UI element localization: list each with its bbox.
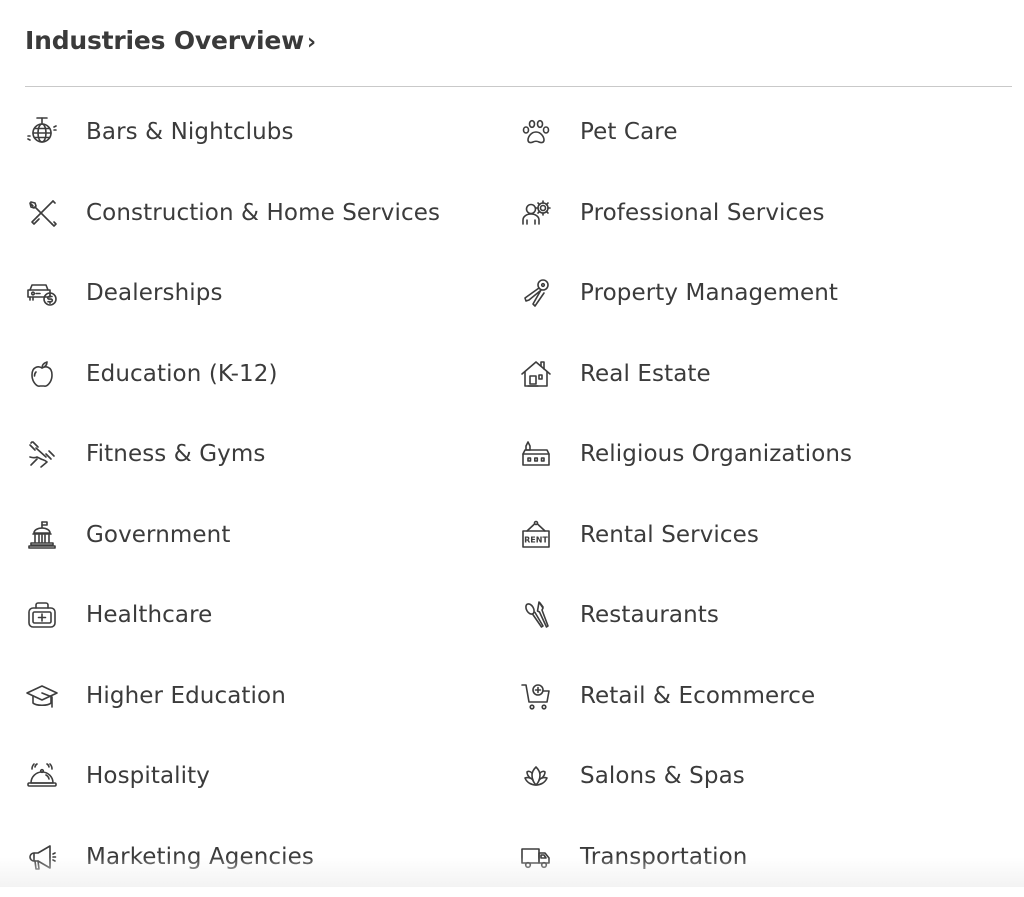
svg-text:RENT: RENT — [524, 535, 548, 544]
industry-item-rental-services[interactable]: RENT Rental Services — [519, 495, 1015, 576]
industry-item-education-k12[interactable]: Education (K-12) — [25, 334, 519, 415]
car-dollar-icon — [25, 276, 59, 310]
lotus-icon — [519, 759, 553, 793]
industry-label: Professional Services — [580, 200, 825, 226]
industry-label: Religious Organizations — [580, 441, 852, 467]
page-title: Industries Overview — [25, 26, 304, 55]
capitol-building-icon — [25, 518, 59, 552]
industry-label: Bars & Nightclubs — [86, 119, 294, 145]
industry-item-restaurants[interactable]: Restaurants — [519, 575, 1015, 656]
industry-label: Salons & Spas — [580, 763, 745, 789]
industry-item-higher-education[interactable]: Higher Education — [25, 656, 519, 737]
service-bell-icon — [25, 759, 59, 793]
graduation-cap-icon — [25, 679, 59, 713]
industry-item-marketing-agencies[interactable]: Marketing Agencies — [25, 817, 519, 897]
industry-item-religious-organizations[interactable]: Religious Organizations — [519, 414, 1015, 495]
industry-item-professional-services[interactable]: Professional Services — [519, 173, 1015, 254]
spoon-fork-icon — [519, 598, 553, 632]
industries-overview-link[interactable]: Industries Overview › — [25, 26, 316, 55]
industry-label: Government — [86, 522, 230, 548]
industry-item-fitness-gyms[interactable]: Fitness & Gyms — [25, 414, 519, 495]
industries-list: Bars & Nightclubs Pet Care Construction … — [25, 92, 1015, 897]
industry-item-transportation[interactable]: Transportation — [519, 817, 1015, 897]
industry-label: Real Estate — [580, 361, 711, 387]
industry-label: Healthcare — [86, 602, 212, 628]
wrench-screwdriver-icon — [25, 196, 59, 230]
person-gear-icon — [519, 196, 553, 230]
industry-label: Rental Services — [580, 522, 759, 548]
industry-item-construction-home-services[interactable]: Construction & Home Services — [25, 173, 519, 254]
industry-label: Pet Care — [580, 119, 678, 145]
industry-item-property-management[interactable]: Property Management — [519, 253, 1015, 334]
disco-ball-icon — [25, 115, 59, 149]
industry-label: Hospitality — [86, 763, 210, 789]
dumbbell-hand-icon — [25, 437, 59, 471]
industry-item-salons-spas[interactable]: Salons & Spas — [519, 736, 1015, 817]
industry-label: Retail & Ecommerce — [580, 683, 815, 709]
house-icon — [519, 357, 553, 391]
industry-item-healthcare[interactable]: Healthcare — [25, 575, 519, 656]
industry-item-retail-ecommerce[interactable]: Retail & Ecommerce — [519, 656, 1015, 737]
industry-item-bars-nightclubs[interactable]: Bars & Nightclubs — [25, 92, 519, 173]
industry-label: Education (K-12) — [86, 361, 278, 387]
keys-icon — [519, 276, 553, 310]
industry-item-government[interactable]: Government — [25, 495, 519, 576]
shopping-cart-plus-icon — [519, 679, 553, 713]
medical-kit-icon — [25, 598, 59, 632]
industry-item-pet-care[interactable]: Pet Care — [519, 92, 1015, 173]
industry-label: Transportation — [580, 844, 747, 870]
industry-label: Construction & Home Services — [86, 200, 440, 226]
industry-label: Higher Education — [86, 683, 286, 709]
industry-item-hospitality[interactable]: Hospitality — [25, 736, 519, 817]
divider — [25, 86, 1012, 87]
rent-sign-icon: RENT — [519, 518, 553, 552]
industry-label: Restaurants — [580, 602, 719, 628]
industry-label: Fitness & Gyms — [86, 441, 265, 467]
chevron-right-icon: › — [307, 30, 316, 55]
industry-label: Dealerships — [86, 280, 223, 306]
delivery-truck-icon — [519, 840, 553, 874]
industry-item-real-estate[interactable]: Real Estate — [519, 334, 1015, 415]
church-icon — [519, 437, 553, 471]
industry-item-dealerships[interactable]: Dealerships — [25, 253, 519, 334]
industry-label: Property Management — [580, 280, 838, 306]
paw-print-icon — [519, 115, 553, 149]
megaphone-icon — [25, 840, 59, 874]
industry-label: Marketing Agencies — [86, 844, 314, 870]
apple-icon — [25, 357, 59, 391]
